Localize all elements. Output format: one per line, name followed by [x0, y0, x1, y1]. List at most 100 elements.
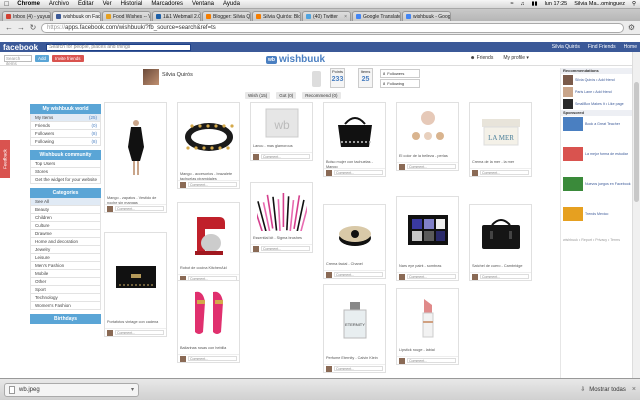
spotlight-icon[interactable]: ⚲ [632, 1, 636, 7]
profile-name[interactable]: Silvia Quirós [162, 72, 193, 78]
comment-input[interactable]: Comment... [188, 356, 237, 361]
menu-ayuda[interactable]: Ayuda [223, 1, 240, 7]
apple-icon[interactable]:  [4, 1, 9, 8]
invite-friends-button[interactable]: Invite friends [52, 55, 84, 62]
back-icon[interactable]: ← [5, 23, 13, 32]
reload-icon[interactable]: ↻ [29, 23, 37, 32]
recommendation-item[interactable]: Paris Lane • Add friend [561, 86, 638, 98]
product-image[interactable] [397, 103, 458, 153]
product-image[interactable] [251, 183, 312, 235]
product-image[interactable] [105, 233, 166, 319]
sidebar-item[interactable]: Followers (8) [30, 130, 101, 138]
product-card[interactable]: Satchel de cuero - Cambridge Comment... [469, 204, 532, 281]
close-icon[interactable]: × [344, 14, 347, 20]
sidebar-item[interactable]: Women's Fashion [30, 302, 101, 310]
product-card[interactable]: Essential kit - Sigma brushes Comment... [250, 182, 313, 253]
sidebar-item[interactable]: Top Users [30, 160, 101, 168]
product-card[interactable]: Portafotos vintage con cadena Comment... [104, 232, 167, 337]
wrench-icon[interactable]: ⚙ [628, 23, 635, 32]
product-card[interactable]: Mango - zapatos - Vestido de noche sin m… [104, 102, 167, 213]
product-card[interactable]: Nars eye paint - sombras Comment... [396, 196, 459, 281]
sidebar-item[interactable]: Following (8) [30, 138, 101, 146]
comment-input[interactable]: Comment... [480, 274, 529, 279]
browser-tab[interactable]: Inbox (4) - yuyus...× [2, 11, 51, 21]
browser-tab[interactable]: 1&1 Webmail 2.0× [152, 11, 201, 21]
fb-home-link[interactable]: Home [624, 44, 637, 50]
comment-input[interactable]: Comment... [407, 358, 456, 363]
product-image[interactable] [397, 197, 458, 263]
product-image[interactable]: wb [251, 103, 312, 143]
feedback-tab[interactable]: Feedback [0, 140, 10, 178]
sidebar-item[interactable]: Stores [30, 168, 101, 176]
sidebar-item[interactable]: My Items (25) [30, 114, 101, 122]
browser-tab[interactable]: wishbuuk on Fac...× [52, 11, 101, 21]
show-all-downloads[interactable]: ⇩ Mostrar todas [580, 386, 626, 394]
friends-link[interactable]: ☻ Friends [470, 55, 493, 61]
product-card[interactable]: ETERNITY Perfume Eternity - Calvin Klein C… [323, 284, 386, 373]
browser-tab[interactable]: Blogger: Silvia Q...× [202, 11, 251, 21]
product-image[interactable]: LA MER [470, 103, 531, 159]
menu-editar[interactable]: Editar [78, 1, 94, 7]
forward-icon[interactable]: → [17, 23, 25, 32]
menu-app-chrome[interactable]: Chrome [17, 1, 40, 7]
product-card[interactable]: Mango - accesorios - brazalete tachuelas… [177, 102, 240, 189]
product-card[interactable]: Lipstick rouge - labial Comment... [396, 288, 459, 365]
address-bar[interactable]: https:// apps.facebook.com/wishbuuk/?fb_… [41, 22, 624, 33]
product-image[interactable] [178, 103, 239, 171]
ad-item[interactable]: Nuevos juegos en Facebook [561, 176, 638, 192]
browser-tab[interactable]: wishbuuk - Goog...× [402, 11, 451, 21]
comment-input[interactable]: Comment... [334, 272, 383, 277]
tab-recommend[interactable]: Recommend (0) [302, 92, 341, 99]
comment-input[interactable]: Comment... [407, 164, 456, 169]
product-card[interactable]: wb Lancu - mas glamorous Comment... [250, 102, 313, 161]
menu-marcadores[interactable]: Marcadores [151, 1, 183, 7]
sidebar-item[interactable]: Other [30, 278, 101, 286]
browser-tab[interactable]: Google Translate× [352, 11, 401, 21]
clock[interactable]: lun 17:25 [545, 1, 568, 7]
comment-input[interactable]: Comment... [115, 330, 164, 335]
following-box[interactable]: 8 Following [380, 79, 420, 88]
followers-box[interactable]: 8 Followers [380, 69, 420, 78]
recommendation-item[interactable]: SmallBox Makes It • Like page [561, 98, 638, 110]
scrollbar[interactable] [632, 52, 640, 378]
menu-historial[interactable]: Historial [121, 1, 143, 7]
sidebar-item[interactable]: Children [30, 214, 101, 222]
product-image[interactable]: ETERNITY [324, 285, 385, 355]
product-card[interactable]: LA MER Crema de la mer - la mer Comment... [469, 102, 532, 177]
sidebar-item[interactable]: Men's Fashion [30, 262, 101, 270]
comment-input[interactable]: Comment... [334, 366, 383, 371]
product-image[interactable] [470, 205, 531, 263]
facebook-logo[interactable]: facebook [3, 43, 38, 52]
menu-ventana[interactable]: Ventana [192, 1, 214, 7]
user-menu[interactable]: Silvia Ma...ominguez [574, 1, 625, 7]
wishbuuk-logo[interactable]: wb wishbuuk [266, 54, 325, 65]
my-profile-link[interactable]: My profile ▾ [503, 55, 529, 61]
comment-input[interactable]: Comment... [261, 246, 310, 251]
product-image[interactable] [324, 103, 385, 159]
browser-tab[interactable]: (40) Twitter × [302, 11, 351, 21]
sidebar-item[interactable]: Get the widget for your website [30, 176, 101, 184]
sidebar-item[interactable]: Culture [30, 222, 101, 230]
wifi-icon[interactable]: ≈ [510, 1, 513, 7]
tab-got[interactable]: Got (0) [276, 92, 297, 99]
facebook-search-input[interactable]: Search for people, places and things [46, 43, 192, 51]
comment-input[interactable]: Comment... [407, 274, 456, 279]
ad-item[interactable]: Book a Great Teacher [561, 116, 638, 132]
product-card[interactable]: Crema facial - Chanel Comment... [323, 204, 386, 279]
browser-tab[interactable]: Silvia Quirós: Blo...× [252, 11, 301, 21]
product-image[interactable] [105, 103, 166, 195]
volume-icon[interactable]: ♫ [520, 1, 524, 7]
menu-ver[interactable]: Ver [103, 1, 112, 7]
comment-input[interactable]: Comment... [261, 154, 310, 159]
recommendation-item[interactable]: Silvia Quirós • Add friend [561, 74, 638, 86]
product-card[interactable]: Bailarinas rosas con hebilla Comment... [177, 280, 240, 363]
comment-input[interactable]: Comment... [334, 170, 383, 175]
close-icon[interactable]: × [632, 386, 636, 393]
product-card[interactable]: Bolso mujer con tachuelas - Mango Comment… [323, 102, 386, 177]
tab-wish[interactable]: Wish (15) [245, 92, 271, 99]
browser-tab[interactable]: Food Wishes -- Vi...× [102, 11, 151, 21]
sidebar-item[interactable]: Home and decoration [30, 238, 101, 246]
chevron-down-icon[interactable]: ▾ [131, 386, 134, 393]
add-button[interactable]: Add [35, 55, 50, 62]
sidebar-item[interactable]: See All [30, 198, 101, 206]
